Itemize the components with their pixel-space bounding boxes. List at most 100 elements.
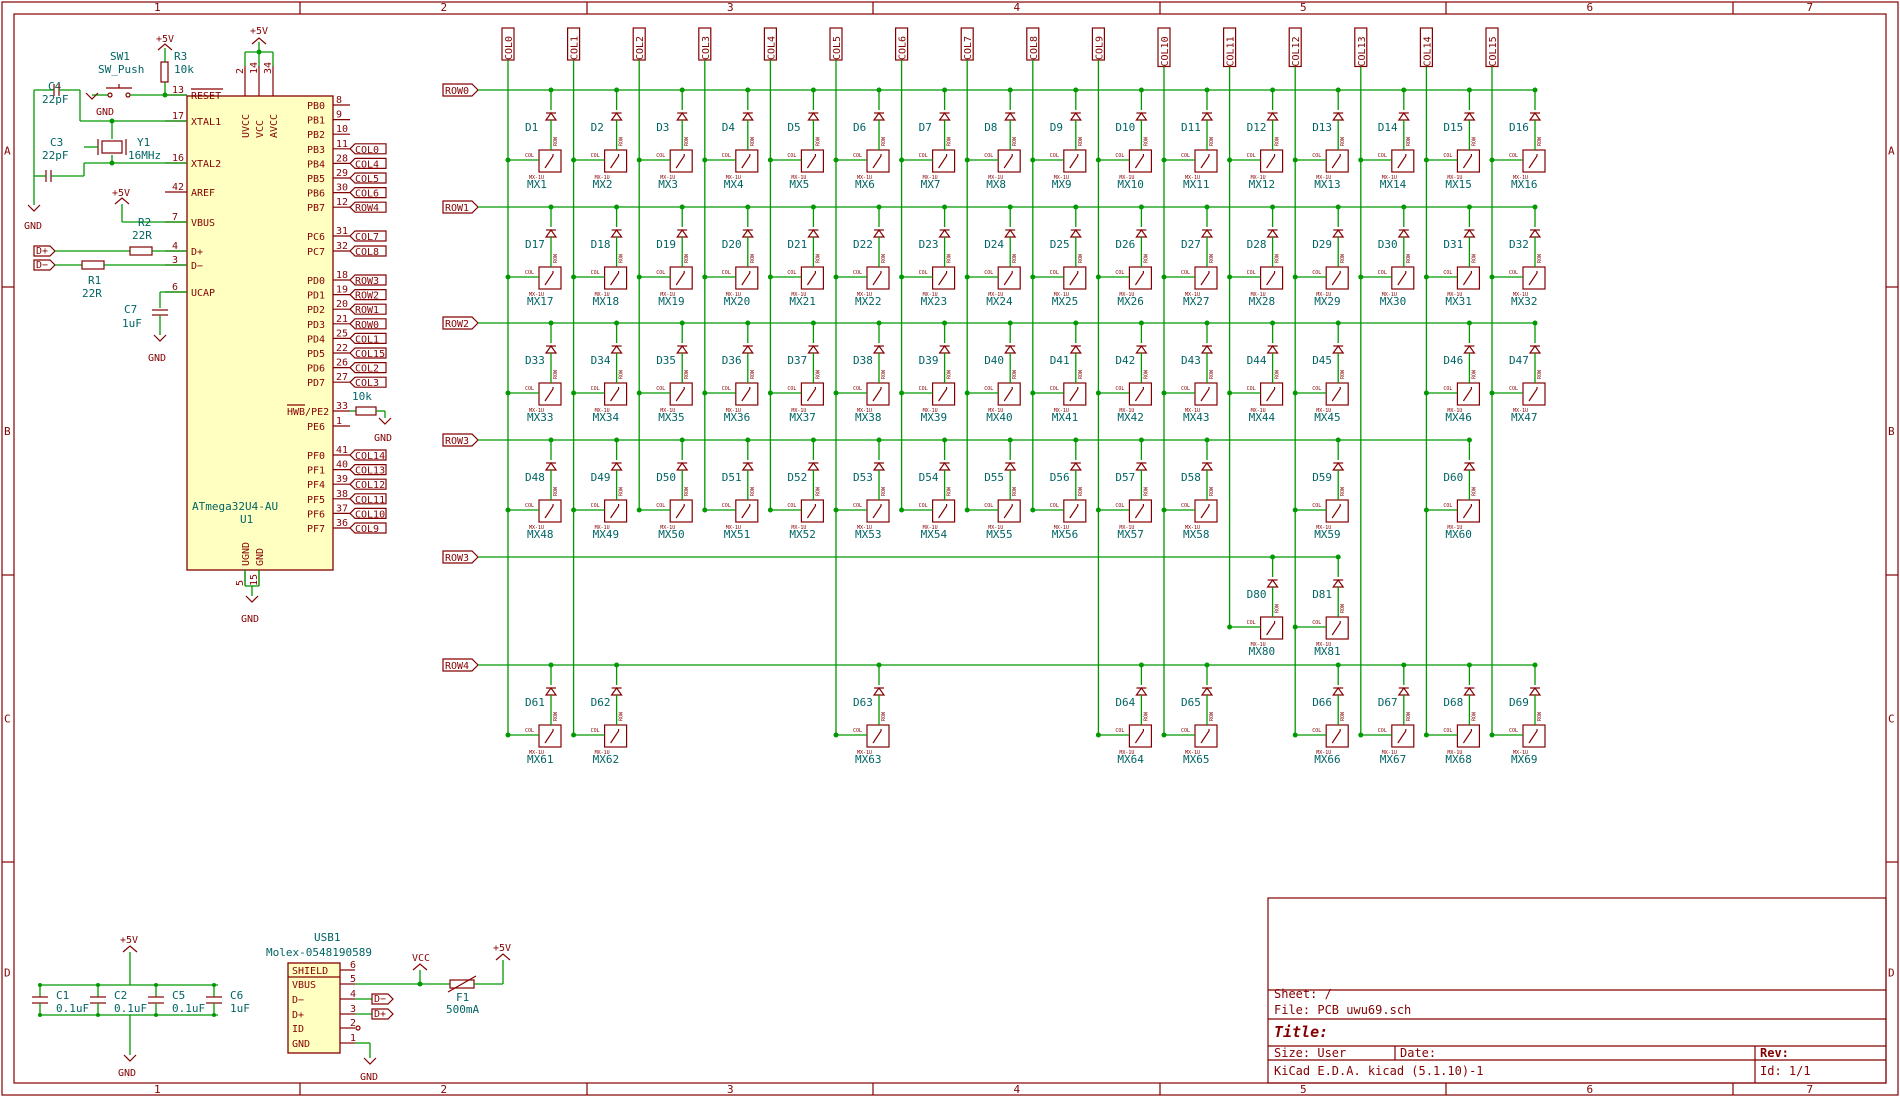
key-switch[interactable]: D32COLROWMX-1UMX32 — [1489, 204, 1546, 309]
switch-row-label: ROW — [947, 369, 953, 379]
key-switch[interactable]: D47COLROWMX-1UMX47 — [1489, 320, 1546, 425]
key-switch[interactable]: D30COLROWMX-1UMX30 — [1358, 204, 1415, 309]
key-switch[interactable]: D63COLROWMX-1UMX63 — [833, 662, 890, 767]
sw1-value: SW_Push — [98, 63, 144, 76]
key-switch[interactable]: D15COLROWMX-1UMX15 — [1423, 87, 1481, 192]
key-switch[interactable]: D51COLROWMX-1UMX51 — [702, 437, 759, 542]
key-switch[interactable]: D21COLROWMX-1UMX21 — [767, 204, 825, 309]
switch-row-label: ROW — [553, 369, 559, 379]
key-switch[interactable]: D9COLROWMX-1UMX9 — [1030, 87, 1087, 192]
key-switch[interactable]: D37COLROWMX-1UMX37 — [767, 320, 825, 425]
key-switch[interactable]: D26COLROWMX-1UMX26 — [1095, 204, 1153, 309]
diode-ref: D34 — [591, 354, 611, 367]
key-switch[interactable]: D34COLROWMX-1UMX34 — [571, 320, 628, 425]
key-switch[interactable]: D44COLROWMX-1UMX44 — [1227, 320, 1284, 425]
mcu-net-label: COL6 — [355, 189, 379, 200]
key-switch[interactable]: D4COLROWMX-1UMX4 — [702, 87, 759, 192]
mcu-pin-name: PD7 — [307, 378, 325, 389]
switch-row-label: ROW — [1340, 253, 1346, 263]
key-switch[interactable]: D2COLROWMX-1UMX2 — [571, 87, 628, 192]
key-switch[interactable]: D20COLROWMX-1UMX20 — [702, 204, 759, 309]
key-switch[interactable]: D58COLROWMX-1UMX58 — [1161, 437, 1218, 542]
key-switch[interactable]: D65COLROWMX-1UMX65 — [1161, 662, 1218, 767]
key-switch[interactable]: D12COLROWMX-1UMX12 — [1227, 87, 1284, 192]
key-switch[interactable]: D27COLROWMX-1UMX27 — [1161, 204, 1218, 309]
key-switch[interactable]: D16COLROWMX-1UMX16 — [1489, 87, 1546, 192]
key-switch[interactable]: D28COLROWMX-1UMX28 — [1227, 204, 1284, 309]
key-switch[interactable]: D22COLROWMX-1UMX22 — [833, 204, 890, 309]
col-net-label: COL3 — [701, 36, 712, 60]
key-switch[interactable]: D33COLROWMX-1UMX33 — [505, 320, 562, 425]
key-switch[interactable]: D17COLROWMX-1UMX17 — [505, 204, 562, 309]
title-file: File: PCB uwu69.sch — [1274, 1003, 1411, 1017]
key-switch[interactable]: D66COLROWMX-1UMX66 — [1292, 662, 1349, 767]
key-switch[interactable]: D54COLROWMX-1UMX54 — [899, 437, 956, 542]
key-switch[interactable]: D55COLROWMX-1UMX55 — [964, 437, 1021, 542]
key-switch[interactable]: D38COLROWMX-1UMX38 — [833, 320, 890, 425]
key-switch[interactable]: D67COLROWMX-1UMX67 — [1358, 662, 1415, 767]
key-switch[interactable]: D3COLROWMX-1UMX3 — [636, 87, 693, 192]
switch-col-label: COL — [1443, 728, 1452, 734]
key-switch[interactable]: D6COLROWMX-1UMX6 — [833, 87, 890, 192]
usb-connector[interactable]: USB1 Molex-0548190589 6SHIELD5VBUS4D−3D+… — [266, 931, 511, 1083]
key-switch[interactable]: D59COLROWMX-1UMX59 — [1292, 437, 1349, 542]
key-switch[interactable]: D41COLROWMX-1UMX41 — [1030, 320, 1087, 425]
key-switch[interactable]: D61COLROWMX-1UMX61 — [505, 662, 562, 767]
key-switch[interactable]: D31COLROWMX-1UMX31 — [1423, 204, 1481, 309]
mcu-pin-name: AVCC — [269, 114, 280, 138]
key-switch[interactable]: D81COLROWMX-1UMX81 — [1292, 554, 1349, 659]
col-net-label: COL8 — [1029, 36, 1040, 60]
key-switch[interactable]: D53COLROWMX-1UMX53 — [833, 437, 890, 542]
key-switch[interactable]: D11COLROWMX-1UMX11 — [1161, 87, 1218, 192]
key-switch[interactable]: D40COLROWMX-1UMX40 — [964, 320, 1021, 425]
key-switch[interactable]: D45COLROWMX-1UMX45 — [1292, 320, 1349, 425]
switch-col-label: COL — [1181, 728, 1190, 734]
switch-col-label: COL — [525, 153, 534, 159]
mcu-pin-number: 22 — [336, 343, 348, 354]
key-switch[interactable]: D57COLROWMX-1UMX57 — [1095, 437, 1153, 542]
title-id: Id: 1/1 — [1760, 1064, 1811, 1078]
key-switch[interactable]: D68COLROWMX-1UMX68 — [1423, 662, 1481, 767]
key-switch[interactable]: D39COLROWMX-1UMX39 — [899, 320, 956, 425]
key-switch[interactable]: D35COLROWMX-1UMX35 — [636, 320, 693, 425]
key-switch[interactable]: D36COLROWMX-1UMX36 — [702, 320, 759, 425]
key-switch[interactable]: D13COLROWMX-1UMX13 — [1292, 87, 1349, 192]
key-switch[interactable]: D69COLROWMX-1UMX69 — [1489, 662, 1546, 767]
mcu-pin-name: PF5 — [307, 495, 325, 506]
key-switch[interactable]: D18COLROWMX-1UMX18 — [571, 204, 628, 309]
switch-ref: MX55 — [986, 528, 1013, 541]
key-switch[interactable]: D10COLROWMX-1UMX10 — [1095, 87, 1153, 192]
f1-value: 500mA — [446, 1003, 479, 1016]
key-switch[interactable]: D29COLROWMX-1UMX29 — [1292, 204, 1349, 309]
key-switch[interactable]: D64COLROWMX-1UMX64 — [1095, 662, 1153, 767]
key-switch[interactable]: D19COLROWMX-1UMX19 — [636, 204, 693, 309]
key-switch[interactable]: D56COLROWMX-1UMX56 — [1030, 437, 1087, 542]
key-switch[interactable]: D43COLROWMX-1UMX43 — [1161, 320, 1218, 425]
key-switch[interactable]: D7COLROWMX-1UMX7 — [899, 87, 956, 192]
key-switch[interactable]: D14COLROWMX-1UMX14 — [1358, 87, 1415, 192]
key-switch[interactable]: D25COLROWMX-1UMX25 — [1030, 204, 1087, 309]
mcu-pin-name: PF7 — [307, 524, 325, 535]
key-switch[interactable]: D24COLROWMX-1UMX24 — [964, 204, 1021, 309]
switch-ref: MX1 — [527, 178, 547, 191]
key-switch[interactable]: D60COLROWMX-1UMX60 — [1423, 437, 1481, 542]
key-switch[interactable]: D46COLROWMX-1UMX46 — [1423, 320, 1481, 425]
key-switch[interactable]: D52COLROWMX-1UMX52 — [767, 437, 825, 542]
mcu-u1[interactable]: 2UVCC14VCC34AVCC5UGND15GND13RESET17XTAL1… — [165, 62, 387, 586]
switch-row-label: ROW — [1012, 369, 1018, 379]
key-switch[interactable]: D42COLROWMX-1UMX42 — [1095, 320, 1153, 425]
key-switch[interactable]: D8COLROWMX-1UMX8 — [964, 87, 1021, 192]
key-switch[interactable]: D62COLROWMX-1UMX62 — [571, 662, 628, 767]
key-switch[interactable]: D80COLROWMX-1UMX80 — [1227, 554, 1284, 659]
switch-col-label: COL — [525, 728, 534, 734]
diode-ref: D18 — [591, 238, 611, 251]
key-switch[interactable]: D49COLROWMX-1UMX49 — [571, 437, 628, 542]
switch-ref: MX39 — [921, 411, 948, 424]
key-switch[interactable]: D1COLROWMX-1UMX1 — [505, 87, 562, 192]
key-switch[interactable]: D48COLROWMX-1UMX48 — [505, 437, 562, 542]
mcu-pin-name: XTAL2 — [191, 159, 221, 170]
key-switch[interactable]: D50COLROWMX-1UMX50 — [636, 437, 693, 542]
key-switch[interactable]: D5COLROWMX-1UMX5 — [767, 87, 825, 192]
diode-ref: D24 — [984, 238, 1004, 251]
key-switch[interactable]: D23COLROWMX-1UMX23 — [899, 204, 956, 309]
